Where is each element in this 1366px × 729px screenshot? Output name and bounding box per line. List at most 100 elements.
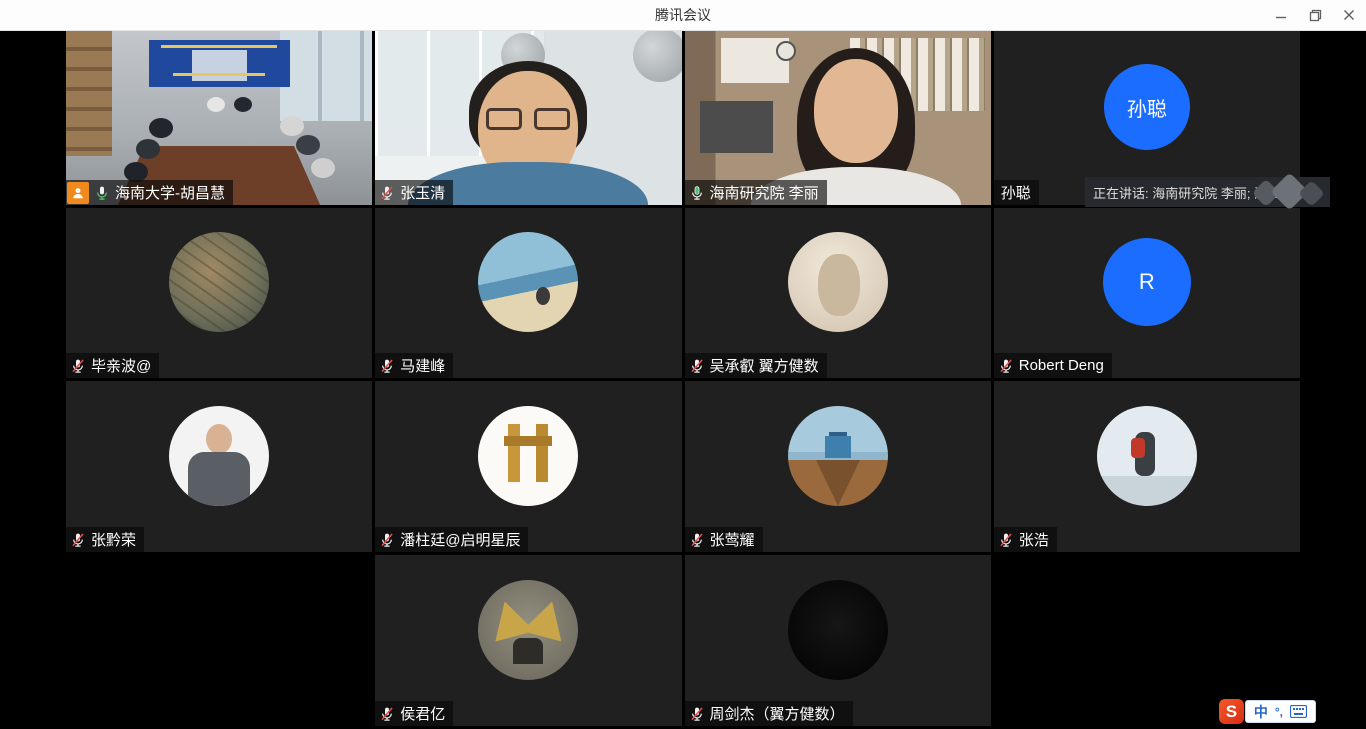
participant-name: 孙聪	[1001, 182, 1031, 203]
close-button[interactable]	[1332, 0, 1366, 30]
participant-name: 潘柱廷@启明星辰	[400, 529, 520, 550]
decor	[296, 135, 320, 155]
video-tile[interactable]: 周剑杰（翼方健数）	[685, 555, 991, 726]
video-tile[interactable]: 毕亲波@	[66, 208, 372, 378]
video-tile[interactable]: 张浩	[994, 381, 1300, 552]
decor	[173, 73, 265, 76]
minimize-button[interactable]	[1264, 0, 1298, 30]
video-tile[interactable]: R Robert Deng	[994, 208, 1300, 378]
avatar	[788, 232, 888, 332]
mic-muted-icon	[70, 532, 86, 548]
participant-label: 张莺耀	[685, 527, 763, 552]
avatar	[788, 406, 888, 506]
participant-name: 侯君亿	[400, 703, 445, 724]
video-grid: 海南大学-胡昌慧	[66, 31, 1300, 726]
participant-label: 孙聪	[994, 180, 1039, 205]
video-feed	[66, 31, 372, 205]
avatar	[1097, 406, 1197, 506]
participant-name: 海南研究院 李丽	[710, 182, 819, 203]
mic-muted-icon	[998, 532, 1014, 548]
window-title: 腾讯会议	[655, 0, 711, 30]
decor	[700, 101, 774, 153]
avatar	[478, 232, 578, 332]
avatar	[169, 406, 269, 506]
keyboard-icon[interactable]	[1290, 705, 1307, 718]
avatar	[478, 406, 578, 506]
participant-name: 张浩	[1019, 529, 1049, 550]
participant-label: 毕亲波@	[66, 353, 159, 378]
decor	[192, 50, 247, 81]
decor	[280, 31, 372, 121]
decor	[486, 108, 522, 130]
decor	[280, 116, 304, 136]
participant-name: 马建峰	[400, 355, 445, 376]
video-tile[interactable]: 张玉清	[375, 31, 681, 205]
video-tile[interactable]: 马建峰	[375, 208, 681, 378]
mic-on-icon	[94, 185, 110, 201]
video-tile[interactable]: 张莺耀	[685, 381, 991, 552]
participant-name: 周剑杰（翼方健数）	[710, 703, 845, 724]
avatar	[788, 580, 888, 680]
participant-label: 潘柱廷@启明星辰	[375, 527, 528, 552]
titlebar: 腾讯会议	[0, 0, 1366, 31]
sogou-logo-icon[interactable]: S	[1219, 699, 1244, 724]
speaking-indicator-text: 正在讲话: 海南研究院 李丽; 海...	[1093, 183, 1278, 202]
participant-label: 吴承叡 翼方健数	[685, 353, 827, 378]
ime-language-toggle[interactable]: 中	[1254, 702, 1268, 722]
mic-muted-icon	[689, 358, 705, 374]
participant-label: 侯君亿	[375, 701, 453, 726]
participant-name: 张莺耀	[710, 529, 755, 550]
decor	[776, 41, 796, 61]
participant-label: 张黔荣	[66, 527, 144, 552]
participant-name: Robert Deng	[1019, 357, 1104, 374]
mic-muted-icon	[379, 532, 395, 548]
restore-icon	[1309, 9, 1322, 22]
avatar	[478, 580, 578, 680]
video-tile[interactable]: 吴承叡 翼方健数	[685, 208, 991, 378]
avatar: 孙聪	[1104, 64, 1190, 150]
video-tile[interactable]: 张黔荣	[66, 381, 372, 552]
speaking-indicator: 正在讲话: 海南研究院 李丽; 海...	[1085, 177, 1330, 207]
mic-muted-icon	[689, 532, 705, 548]
avatar	[169, 232, 269, 332]
mic-muted-icon	[379, 358, 395, 374]
participant-name: 张黔荣	[91, 529, 136, 550]
toast-graphic	[1252, 173, 1328, 211]
mic-muted-icon	[70, 358, 86, 374]
window-controls	[1264, 0, 1366, 30]
app-window: 腾讯会议	[0, 0, 1366, 729]
decor	[234, 97, 252, 112]
mic-muted-icon	[379, 185, 395, 201]
participant-label: 海南研究院 李丽	[685, 180, 827, 205]
decor	[124, 162, 148, 182]
decor	[207, 97, 225, 112]
decor	[149, 118, 173, 138]
participant-label: 周剑杰（翼方健数）	[685, 701, 853, 726]
participant-label: 张浩	[994, 527, 1057, 552]
participant-label: 海南大学-胡昌慧	[66, 180, 233, 205]
video-feed	[375, 31, 681, 205]
participant-name: 吴承叡 翼方健数	[710, 355, 819, 376]
video-tile[interactable]: 侯君亿	[375, 555, 681, 726]
decor	[814, 59, 898, 163]
decor	[311, 158, 335, 178]
avatar: R	[1103, 238, 1191, 326]
person-badge-icon	[67, 182, 89, 204]
decor	[161, 45, 277, 48]
meeting-stage: 海南大学-胡昌慧	[0, 31, 1366, 729]
mic-muted-icon	[689, 706, 705, 722]
video-tile[interactable]: 海南大学-胡昌慧	[66, 31, 372, 205]
participant-label: 张玉清	[375, 180, 453, 205]
decor	[633, 31, 682, 82]
minimize-icon	[1275, 9, 1287, 21]
video-tile[interactable]: 潘柱廷@启明星辰	[375, 381, 681, 552]
video-tile[interactable]: 海南研究院 李丽	[685, 31, 991, 205]
participant-name: 张玉清	[400, 182, 445, 203]
restore-button[interactable]	[1298, 0, 1332, 30]
ime-punctuation-toggle[interactable]: °,	[1275, 705, 1283, 719]
mic-muted-icon	[998, 358, 1014, 374]
participant-name: 海南大学-胡昌慧	[115, 182, 225, 203]
participant-label: 马建峰	[375, 353, 453, 378]
ime-bar: 中 °,	[1245, 700, 1316, 723]
mic-muted-icon	[379, 706, 395, 722]
